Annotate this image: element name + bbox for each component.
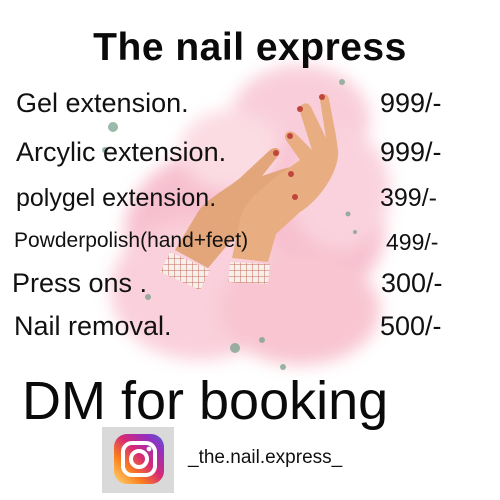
service-price: 999/- (380, 88, 442, 118)
service-price: 999/- (380, 137, 442, 167)
service-name: polygel extension. (16, 184, 217, 212)
service-name: Arcylic extension. (16, 137, 227, 167)
instagram-icon[interactable] (102, 427, 174, 493)
service-name: Powderpolish(hand+feet) (14, 229, 249, 252)
menu-row: polygel extension. 399/- (0, 184, 500, 224)
menu-row: Arcylic extension. 999/- (0, 137, 500, 177)
service-name: Press ons . (12, 268, 148, 298)
menu-row: Gel extension. 999/- (0, 88, 500, 128)
poster: The nail express Gel extension. 999/- Ar… (0, 0, 500, 500)
service-price: 500/- (380, 311, 442, 341)
page-title: The nail express (93, 26, 407, 69)
service-name: Nail removal. (14, 311, 172, 341)
service-name: Gel extension. (16, 88, 189, 118)
menu-row: Nail removal. 500/- (0, 311, 500, 351)
service-price: 499/- (386, 229, 439, 255)
service-price: 399/- (380, 184, 437, 212)
booking-cta: DM for booking (22, 371, 389, 431)
menu-row: Powderpolish(hand+feet) 499/- (0, 229, 500, 269)
instagram-handle[interactable]: _the.nail.express_ (188, 447, 342, 469)
menu-row: Press ons . 300/- (0, 268, 500, 308)
service-price: 300/- (381, 268, 443, 298)
